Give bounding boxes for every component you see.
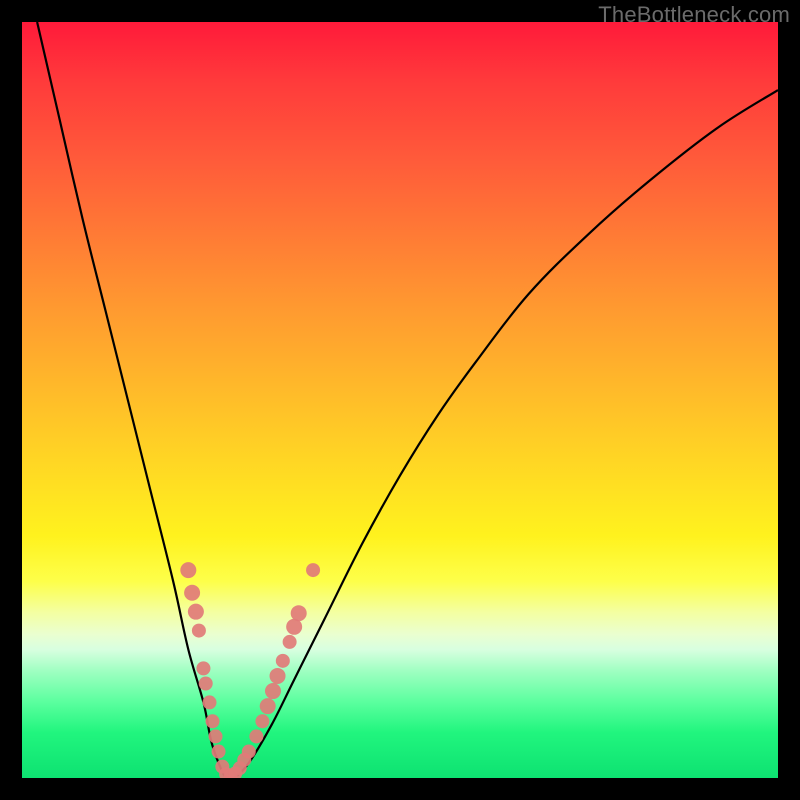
- curve-marker: [276, 654, 290, 668]
- curve-marker: [188, 604, 204, 620]
- curve-marker: [242, 745, 256, 759]
- curve-marker: [202, 695, 216, 709]
- curve-marker: [270, 668, 286, 684]
- curve-marker: [192, 624, 206, 638]
- curve-marker: [306, 563, 320, 577]
- curve-marker: [209, 729, 223, 743]
- curve-marker: [286, 619, 302, 635]
- curve-marker: [199, 677, 213, 691]
- chart-plot-area: [22, 22, 778, 778]
- curve-marker: [249, 729, 263, 743]
- curve-marker: [291, 605, 307, 621]
- curve-marker: [184, 585, 200, 601]
- bottleneck-curve-line: [37, 22, 778, 778]
- chart-svg: [22, 22, 778, 778]
- curve-marker: [283, 635, 297, 649]
- curve-marker: [206, 714, 220, 728]
- curve-marker: [196, 661, 210, 675]
- curve-marker: [265, 683, 281, 699]
- curve-marker: [180, 562, 196, 578]
- curve-marker: [212, 745, 226, 759]
- chart-frame: TheBottleneck.com: [0, 0, 800, 800]
- curve-marker: [255, 714, 269, 728]
- curve-marker: [260, 698, 276, 714]
- watermark-text: TheBottleneck.com: [598, 2, 790, 28]
